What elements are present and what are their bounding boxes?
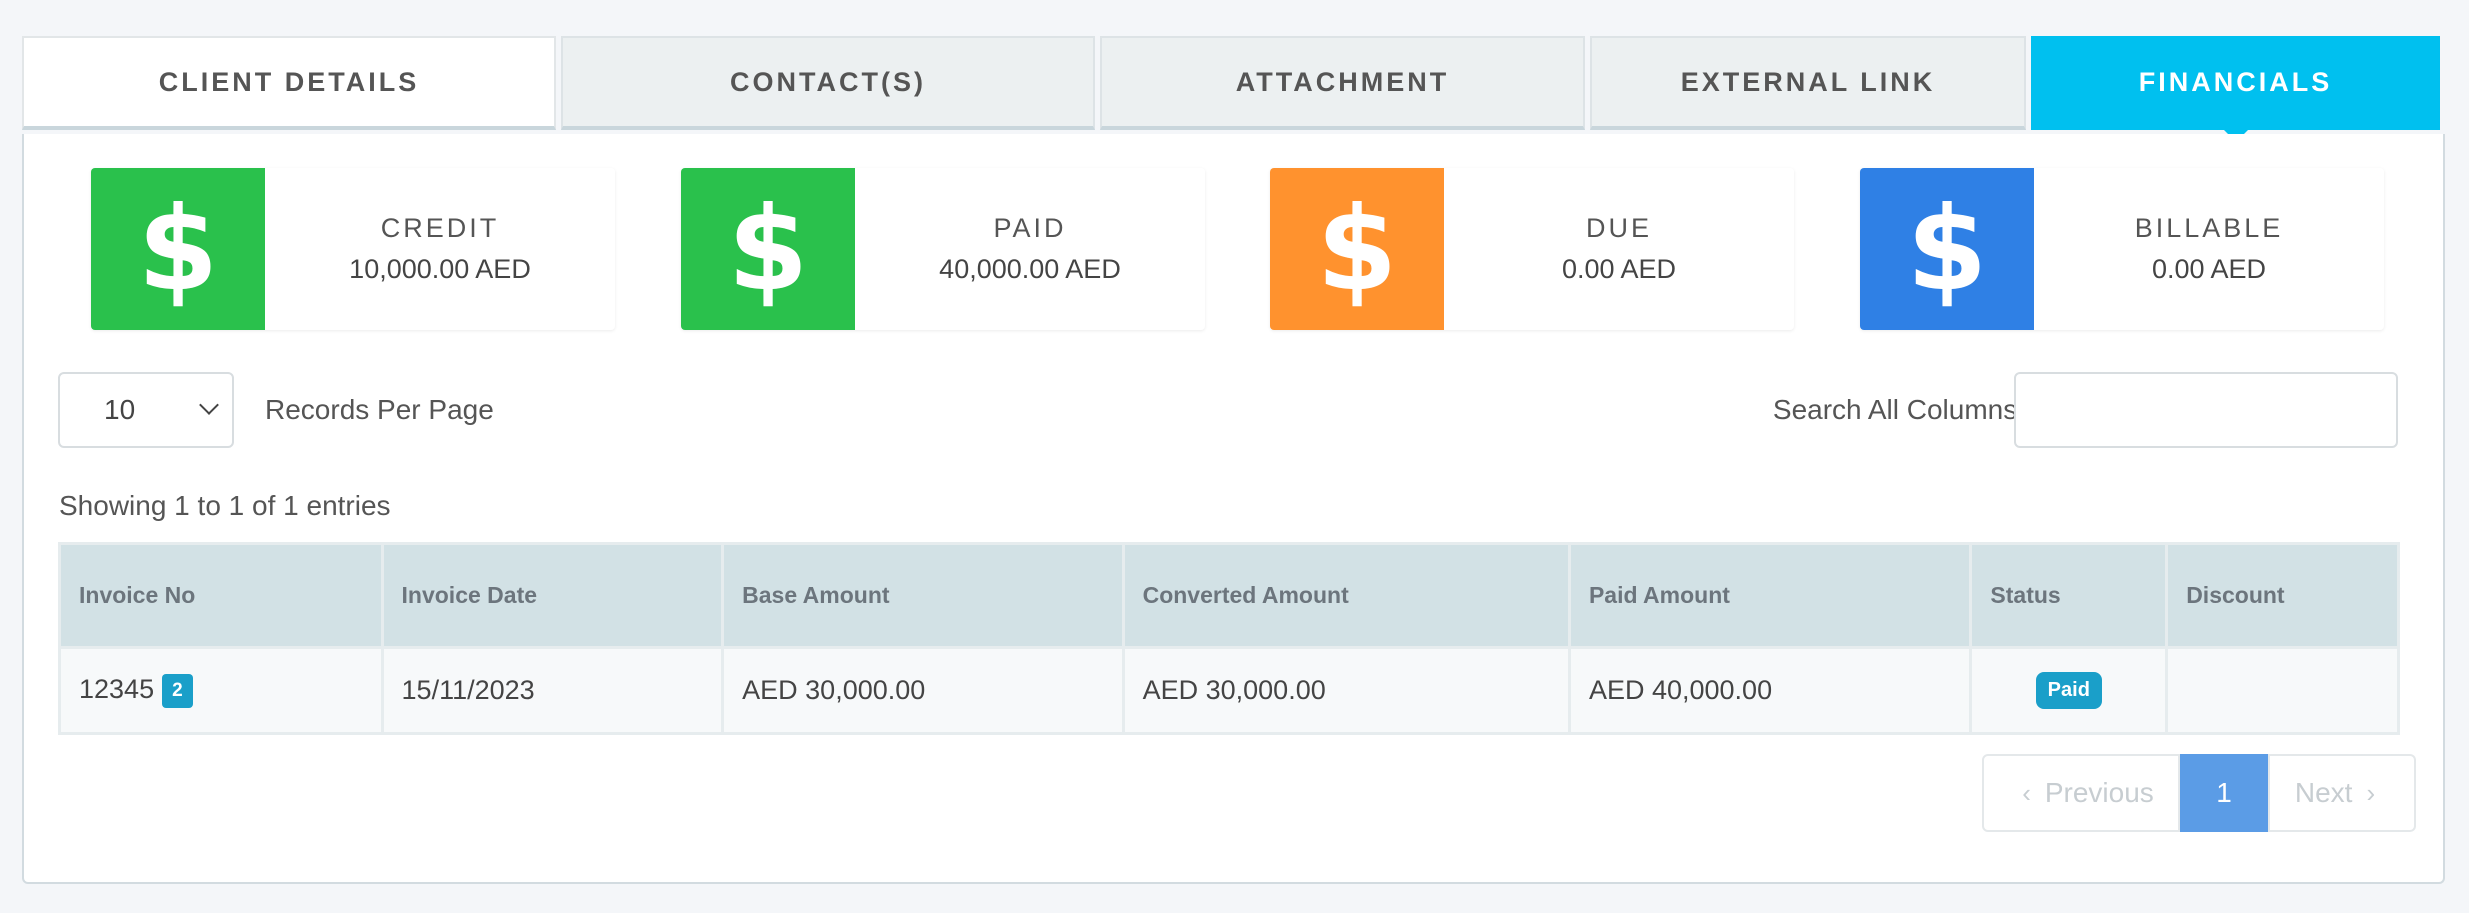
credit-info-box: $ CREDIT 10,000.00 AED — [91, 168, 615, 330]
due-value: 0.00 AED — [1561, 254, 1677, 284]
column-header-invoice-date[interactable]: Invoice Date — [380, 542, 725, 649]
discount-cell — [2165, 646, 2400, 735]
dollar-icon: $ — [681, 168, 855, 330]
paid-info-box: $ PAID 40,000.00 AED — [681, 168, 1205, 330]
invoice-date-cell: 15/11/2023 — [380, 646, 725, 735]
billable-label: BILLABLE — [2134, 213, 2284, 243]
column-header-status[interactable]: Status — [1969, 542, 2169, 649]
due-label: DUE — [1585, 213, 1652, 243]
billable-info-box: $ BILLABLE 0.00 AED — [1860, 168, 2384, 330]
search-input[interactable] — [2014, 372, 2398, 448]
invoice-count-badge[interactable]: 2 — [162, 673, 193, 708]
pagination: ‹ Previous 1 Next › — [1982, 754, 2416, 832]
status-cell: Paid — [1969, 646, 2169, 735]
next-label: Next — [2294, 777, 2353, 808]
paid-value: 40,000.00 AED — [939, 254, 1121, 284]
column-header-base-amount[interactable]: Base Amount — [721, 542, 1125, 649]
due-info-box: $ DUE 0.00 AED — [1270, 168, 1794, 330]
chevron-right-icon: › — [2366, 777, 2376, 808]
table-header-row: Invoice No Invoice Date Base Amount Conv… — [58, 542, 2400, 649]
tab-attachment[interactable]: ATTACHMENT — [1100, 36, 1585, 130]
base-amount-cell: AED 30,000.00 — [721, 646, 1125, 735]
paid-label: PAID — [993, 213, 1067, 243]
table-row: 12345 2 15/11/2023 AED 30,000.00 AED 30,0… — [58, 646, 2400, 735]
tab-financials[interactable]: FINANCIALS — [2031, 36, 2440, 130]
column-header-paid-amount[interactable]: Paid Amount — [1567, 542, 1973, 649]
previous-label: Previous — [2044, 777, 2154, 808]
page-1-button[interactable]: 1 — [2180, 754, 2268, 832]
tab-external-link[interactable]: EXTERNAL LINK — [1590, 36, 2026, 130]
status-badge: Paid — [2035, 672, 2102, 709]
search-label: Search All Columns: — [1772, 394, 2025, 425]
column-header-converted-amount[interactable]: Converted Amount — [1121, 542, 1571, 649]
chevron-down-icon — [199, 395, 219, 415]
records-per-page-label: Records Per Page — [265, 394, 494, 425]
dollar-icon: $ — [91, 168, 265, 330]
column-header-discount[interactable]: Discount — [2165, 542, 2400, 649]
dollar-icon: $ — [1270, 168, 1444, 330]
next-page-button[interactable]: Next › — [2268, 754, 2416, 832]
records-per-page-select[interactable]: 10 — [58, 372, 234, 448]
previous-page-button[interactable]: ‹ Previous — [1982, 754, 2180, 832]
invoice-no-cell: 12345 2 — [58, 646, 384, 735]
billable-value: 0.00 AED — [2151, 254, 2267, 284]
credit-value: 10,000.00 AED — [349, 254, 531, 284]
records-per-page-value: 10 — [104, 394, 136, 425]
tab-contacts[interactable]: CONTACT(S) — [561, 36, 1095, 130]
column-header-invoice-no[interactable]: Invoice No — [58, 542, 384, 649]
showing-entries-text: Showing 1 to 1 of 1 entries — [59, 490, 391, 521]
invoice-no[interactable]: 12345 — [79, 674, 154, 704]
tab-client-details[interactable]: CLIENT DETAILS — [22, 36, 556, 130]
financials-panel: $ CREDIT 10,000.00 AED $ PAID 40,000.00 … — [22, 134, 2445, 884]
dollar-icon: $ — [1860, 168, 2034, 330]
invoices-table: Invoice No Invoice Date Base Amount Conv… — [58, 542, 2400, 735]
chevron-left-icon: ‹ — [2022, 777, 2031, 808]
credit-label: CREDIT — [380, 213, 500, 243]
converted-amount-cell: AED 30,000.00 — [1121, 646, 1571, 735]
tab-bar: CLIENT DETAILS CONTACT(S) ATTACHMENT EXT… — [22, 36, 2445, 130]
paid-amount-cell: AED 40,000.00 — [1567, 646, 1973, 735]
